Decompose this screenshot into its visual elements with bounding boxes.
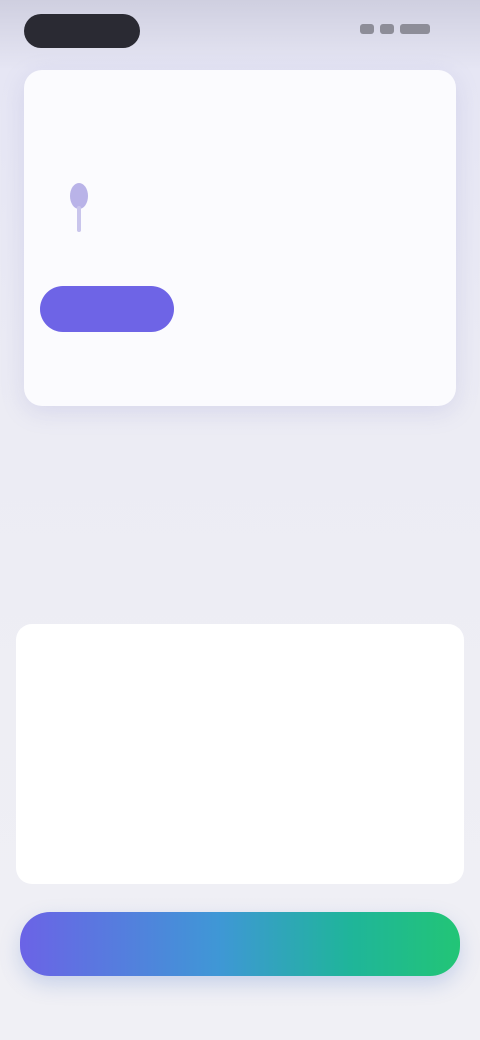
segmented-control [40, 286, 440, 332]
list-item[interactable] [16, 808, 464, 866]
options-list [16, 624, 464, 884]
segment-option-3[interactable] [330, 286, 440, 332]
primary-action-button[interactable] [20, 912, 460, 976]
list-item[interactable] [16, 628, 464, 686]
battery-icon [400, 24, 430, 34]
list-item[interactable] [16, 688, 464, 746]
signal-icon [360, 24, 374, 34]
status-time-pill [24, 14, 140, 48]
list-item[interactable] [16, 748, 464, 806]
wifi-icon [380, 24, 394, 34]
section-one-row [24, 494, 456, 544]
segment-option-1[interactable] [40, 286, 174, 332]
status-icons [360, 24, 440, 36]
profile-card [24, 70, 456, 406]
segment-option-2[interactable] [190, 286, 314, 332]
location-pin-icon [68, 180, 90, 236]
status-bar [0, 0, 480, 64]
